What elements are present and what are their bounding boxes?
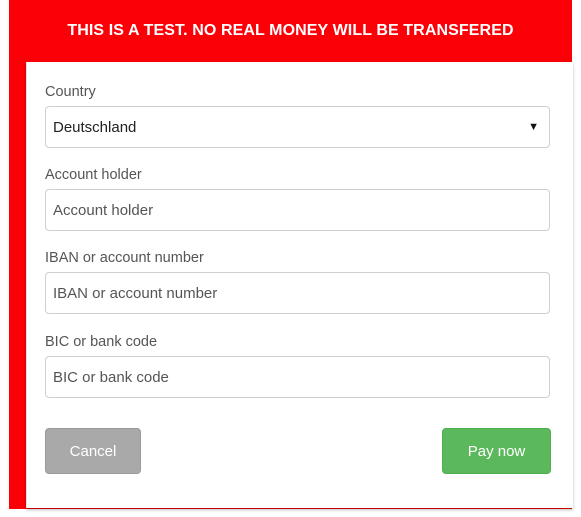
account-holder-input[interactable]	[45, 189, 550, 231]
test-mode-banner: THIS IS A TEST. NO REAL MONEY WILL BE TR…	[67, 22, 514, 39]
country-selected-value: Deutschland	[53, 118, 137, 136]
iban-label: IBAN or account number	[45, 250, 204, 266]
cancel-button[interactable]: Cancel	[45, 428, 141, 474]
bic-input[interactable]	[45, 356, 550, 398]
caret-down-icon: ▼	[528, 121, 539, 133]
account-holder-label: Account holder	[45, 167, 142, 183]
bic-label: BIC or bank code	[45, 334, 158, 350]
country-label: Country	[45, 84, 96, 100]
iban-input[interactable]	[45, 272, 550, 314]
pay-now-button[interactable]: Pay now	[442, 428, 551, 474]
country-select[interactable]: Deutschland ▼	[45, 106, 550, 148]
